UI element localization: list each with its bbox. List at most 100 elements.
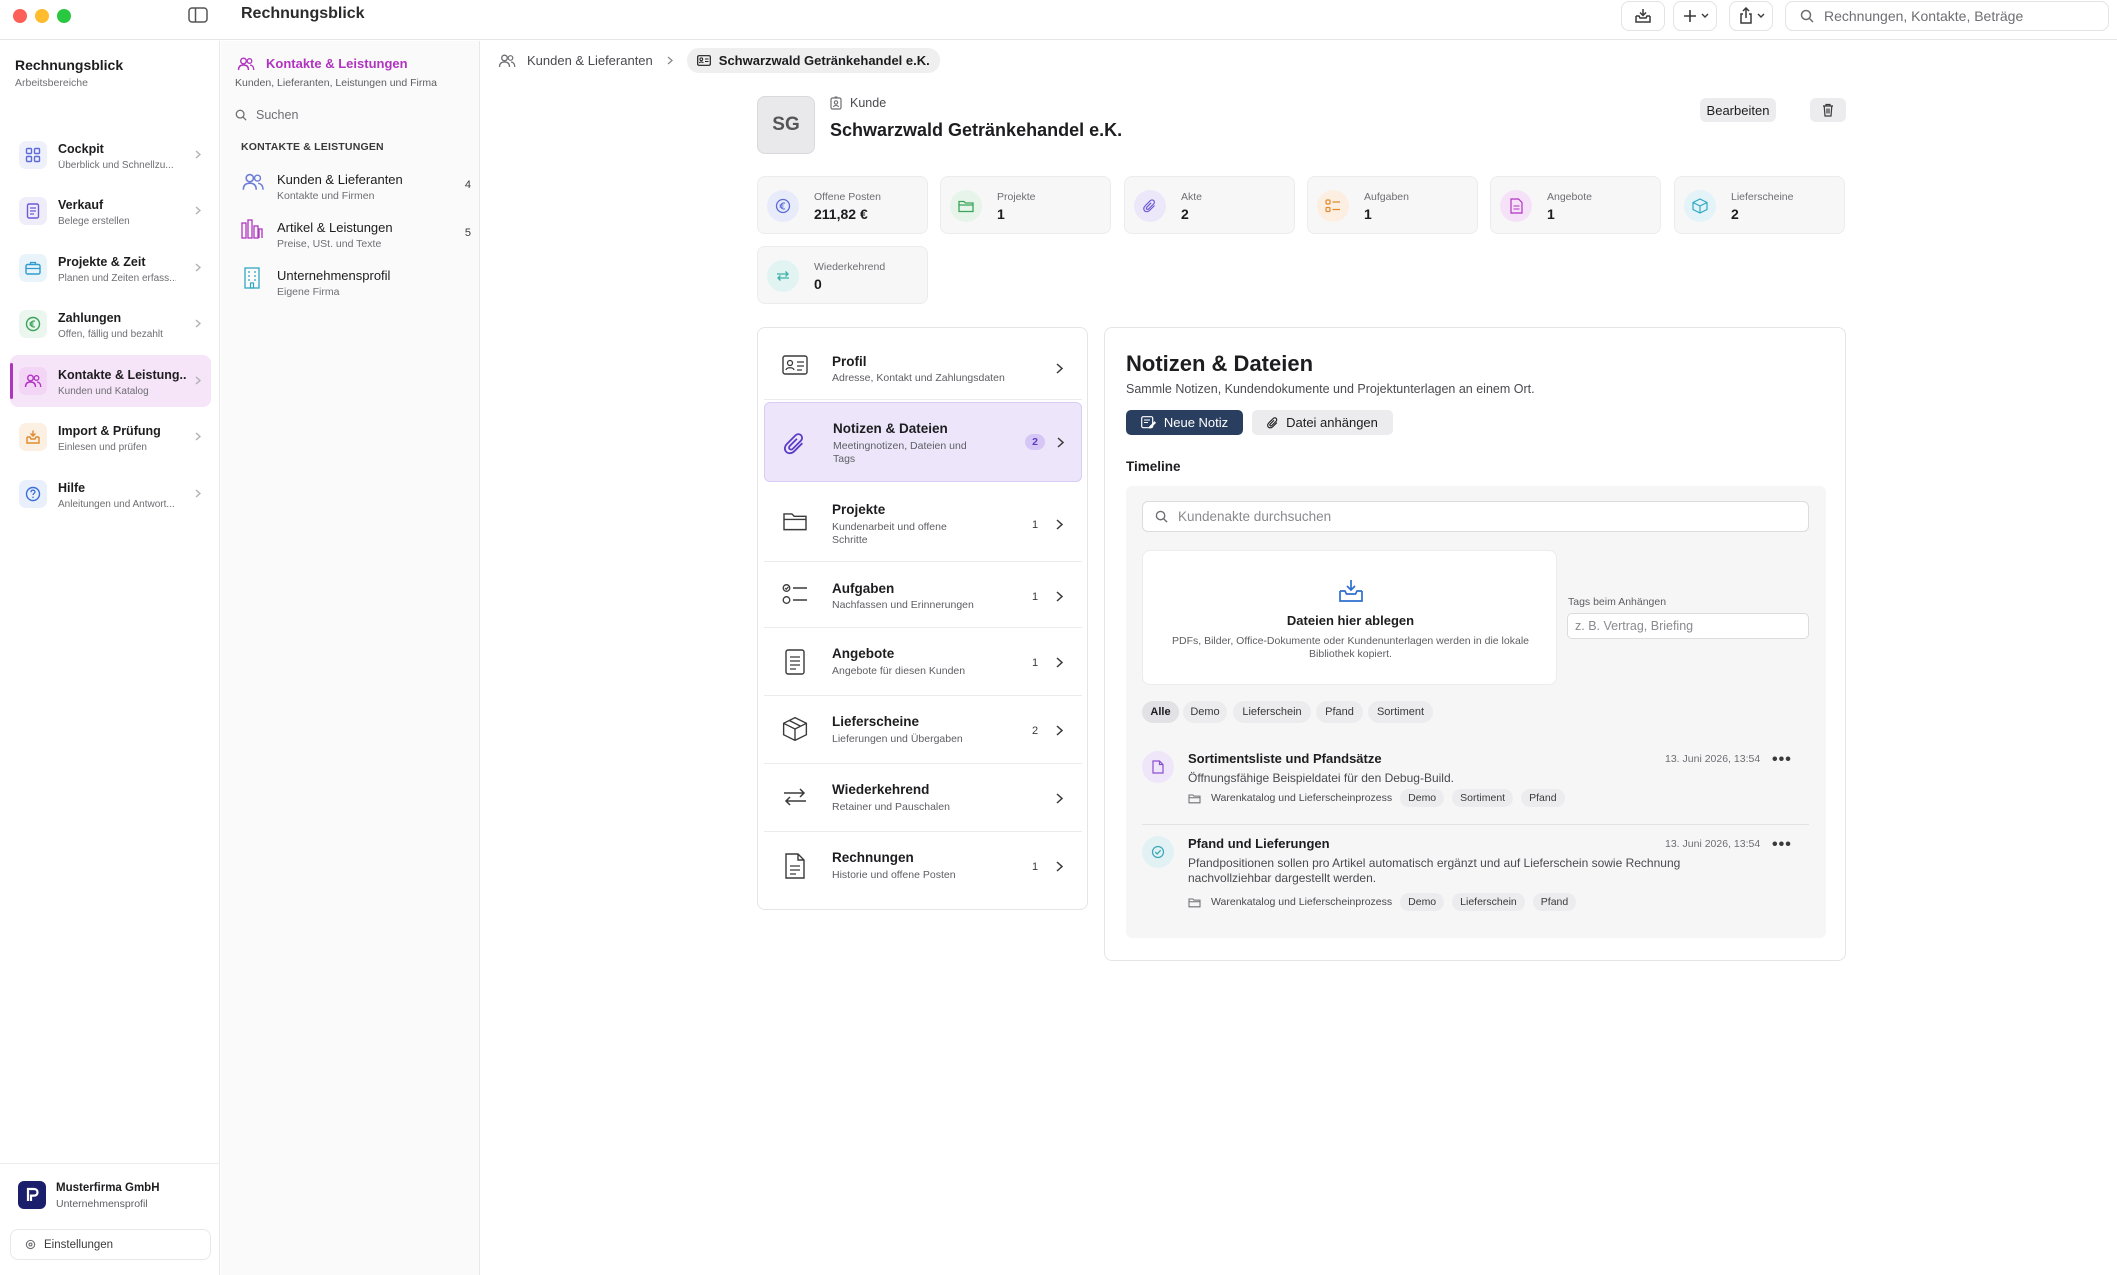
list-item-unternehmensprofil[interactable]: Unternehmensprofil Eigene Firma: [241, 265, 471, 305]
notes-description: Sammle Notizen, Kundendokumente und Proj…: [1126, 382, 1535, 396]
stat-label: Wiederkehrend: [814, 261, 886, 273]
company-sub: Unternehmensprofil: [56, 1198, 148, 1210]
list-item-artikel-leistungen[interactable]: Artikel & Leistungen Preise, USt. und Te…: [241, 217, 471, 257]
sidebar-item-cockpit[interactable]: Cockpit Überblick und Schnellzu...: [10, 129, 211, 181]
stat-lieferscheine[interactable]: Lieferscheine 2: [1674, 176, 1845, 234]
chevron-right-icon: [1056, 725, 1063, 736]
section-aufgaben[interactable]: Aufgaben Nachfassen und Erinnerungen 1: [764, 562, 1082, 628]
close-window-button[interactable]: [13, 9, 27, 23]
section-sub: Meetingnotizen, Dateien und Tags: [833, 440, 967, 465]
sidebar-item-sub: Planen und Zeiten erfass...: [58, 273, 176, 284]
chart-bars-icon: [241, 219, 263, 239]
file-drop-zone[interactable]: Dateien hier ablegen PDFs, Bilder, Offic…: [1142, 550, 1557, 685]
stat-aufgaben[interactable]: Aufgaben 1: [1307, 176, 1478, 234]
breadcrumb-parent[interactable]: Kunden & Lieferanten: [527, 53, 653, 68]
sidebar-item-kontakte-leistungen[interactable]: Kontakte & Leistung... Kunden und Katalo…: [10, 355, 211, 407]
settings-label: Einstellungen: [44, 1238, 114, 1251]
customer-kind-label: Kunde: [850, 96, 887, 110]
filter-chip-pfand[interactable]: Pfand: [1316, 701, 1363, 723]
sidebar-item-label: Projekte & Zeit: [58, 255, 146, 269]
list-item-sub: Eigene Firma: [277, 286, 340, 298]
tags-placeholder: z. B. Vertrag, Briefing: [1575, 619, 1694, 633]
section-label: Rechnungen: [832, 850, 914, 865]
euro-icon: [767, 190, 799, 222]
breadcrumb-current[interactable]: Schwarzwald Getränkehandel e.K.: [686, 48, 940, 73]
badge-person-icon: [830, 96, 842, 110]
customer-name: Schwarzwald Getränkehandel e.K.: [830, 120, 1123, 140]
section-rechnungen[interactable]: Rechnungen Historie und offene Posten 1: [764, 834, 1082, 900]
sidebar-item-label: Zahlungen: [58, 311, 122, 325]
people-icon: [498, 54, 516, 68]
list-item-count: 4: [464, 179, 471, 191]
invoice-icon: [785, 853, 805, 879]
new-note-button[interactable]: Neue Notiz: [1126, 410, 1243, 435]
entry-title: Sortimentsliste und Pfandsätze: [1188, 751, 1382, 766]
stat-akte[interactable]: Akte 2: [1124, 176, 1295, 234]
attach-file-button[interactable]: Datei anhängen: [1252, 410, 1393, 435]
briefcase-icon: [19, 254, 47, 282]
share-menu-button[interactable]: [1729, 1, 1773, 31]
filter-chip-alle[interactable]: Alle: [1142, 701, 1179, 723]
euro-icon: [19, 310, 47, 338]
sidebar-item-hilfe[interactable]: Hilfe Anleitungen und Antwort...: [10, 468, 211, 520]
filter-chip-lieferschein[interactable]: Lieferschein: [1233, 701, 1311, 723]
column-title: Kontakte & Leistungen: [266, 56, 408, 71]
delete-button[interactable]: [1810, 98, 1846, 122]
timeline-entry[interactable]: Pfand und Lieferungen Pfandpositionen so…: [1142, 836, 1809, 916]
new-note-label: Neue Notiz: [1163, 415, 1229, 430]
zoom-window-button[interactable]: [57, 9, 71, 23]
section-count: 1: [1032, 591, 1039, 603]
section-profil[interactable]: Profil Adresse, Kontakt und Zahlungsdate…: [764, 334, 1082, 400]
stat-projekte[interactable]: Projekte 1: [940, 176, 1111, 234]
timeline-entry[interactable]: Sortimentsliste und Pfandsätze Öffnungsf…: [1142, 751, 1809, 811]
list-item-kunden-lieferanten[interactable]: Kunden & Lieferanten Kontakte und Firmen…: [241, 169, 471, 209]
section-projekte[interactable]: Projekte Kundenarbeit und offene Schritt…: [764, 484, 1082, 562]
inbox-icon: [19, 423, 47, 451]
stat-label: Akte: [1181, 191, 1203, 203]
column-search-field[interactable]: Suchen: [235, 103, 467, 127]
sidebar-item-projekte-zeit[interactable]: Projekte & Zeit Planen und Zeiten erfass…: [10, 242, 211, 294]
chevron-right-icon: [1056, 519, 1063, 530]
settings-button[interactable]: Einstellungen: [10, 1229, 211, 1260]
note-icon: [1140, 416, 1156, 429]
customer-kind: Kunde: [830, 96, 886, 110]
entry-tag: Pfand: [1521, 789, 1565, 807]
sidebar-item-zahlungen[interactable]: Zahlungen Offen, fällig und bezahlt: [10, 298, 211, 350]
more-options-button[interactable]: •••: [1772, 836, 1792, 854]
tags-input[interactable]: z. B. Vertrag, Briefing: [1567, 613, 1809, 639]
timeline-search-input[interactable]: Kundenakte durchsuchen: [1142, 501, 1809, 532]
id-card-icon: [696, 55, 711, 66]
entry-description: Öffnungsfähige Beispieldatei für den Deb…: [1188, 771, 1454, 785]
checklist-icon: [782, 583, 808, 607]
entry-tag: Demo: [1400, 789, 1445, 807]
column-search-placeholder: Suchen: [256, 108, 299, 122]
global-search-field[interactable]: Rechnungen, Kontakte, Beträge: [1785, 1, 2109, 31]
sidebar-item-import-pruefung[interactable]: Import & Prüfung Einlesen und prüfen: [10, 411, 211, 463]
filter-chip-demo[interactable]: Demo: [1183, 701, 1227, 723]
sidebar-item-verkauf[interactable]: Verkauf Belege erstellen: [10, 185, 211, 237]
more-options-button[interactable]: •••: [1772, 751, 1792, 769]
add-menu-button[interactable]: [1673, 1, 1717, 31]
section-lieferscheine[interactable]: Lieferscheine Lieferungen und Übergaben …: [764, 698, 1082, 764]
chevron-right-icon: [195, 432, 201, 441]
share-icon: [1738, 7, 1754, 25]
stat-wiederkehrend[interactable]: Wiederkehrend 0: [757, 246, 928, 304]
sidebar-item-sub: Offen, fällig und bezahlt: [58, 329, 163, 340]
sidebar-toggle-icon[interactable]: [188, 6, 208, 24]
chevron-right-icon: [1056, 793, 1063, 804]
breadcrumb-current-label: Schwarzwald Getränkehandel e.K.: [718, 53, 930, 68]
stat-offene-posten[interactable]: Offene Posten 211,82 €: [757, 176, 928, 234]
paperclip-icon: [1267, 416, 1279, 430]
stat-label: Lieferscheine: [1731, 191, 1794, 203]
filter-chip-sortiment[interactable]: Sortiment: [1368, 701, 1433, 723]
stat-label: Aufgaben: [1364, 191, 1409, 203]
document-icon: [785, 649, 805, 675]
check-circle-icon: [1142, 836, 1174, 868]
section-angebote[interactable]: Angebote Angebote für diesen Kunden 1: [764, 630, 1082, 696]
edit-button[interactable]: Bearbeiten: [1700, 98, 1776, 122]
minimize-window-button[interactable]: [35, 9, 49, 23]
inbox-button[interactable]: [1621, 1, 1665, 31]
section-wiederkehrend[interactable]: Wiederkehrend Retainer und Pauschalen: [764, 766, 1082, 832]
stat-angebote[interactable]: Angebote 1: [1490, 176, 1661, 234]
section-notizen-dateien[interactable]: Notizen & Dateien Meetingnotizen, Dateie…: [764, 402, 1082, 482]
